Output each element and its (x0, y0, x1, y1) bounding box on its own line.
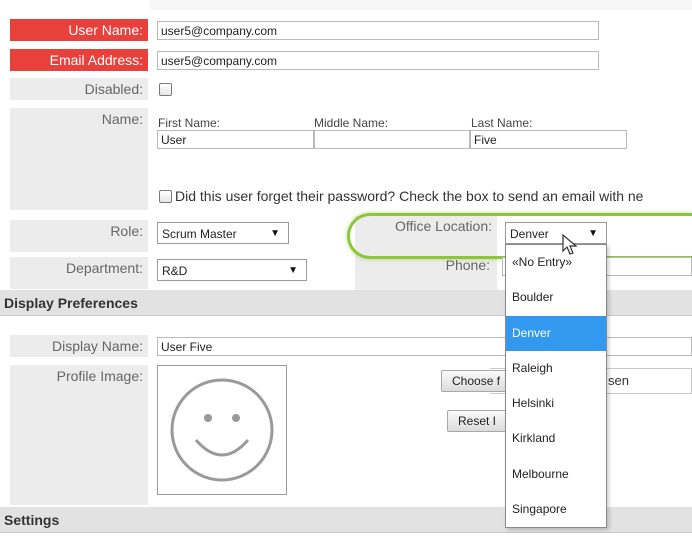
department-select[interactable]: R&D ▼ (157, 259, 307, 281)
name-label: Name: (10, 108, 148, 210)
display-name-label: Display Name: (10, 335, 148, 357)
forgot-password-text: Did this user forget their password? Che… (175, 188, 644, 204)
disabled-label: Disabled: (10, 78, 148, 100)
dropdown-option[interactable]: Boulder (506, 280, 606, 315)
role-label: Role: (10, 220, 148, 252)
dropdown-option[interactable]: Singapore (506, 492, 606, 527)
reset-image-button[interactable]: Reset I (447, 410, 508, 432)
first-name-caption: First Name: (158, 116, 221, 130)
triangle-down-icon: ▼ (270, 228, 280, 239)
forgot-password-checkbox[interactable] (159, 190, 172, 203)
middle-name-caption: Middle Name: (314, 116, 389, 130)
dropdown-option[interactable]: Melbourne (506, 457, 606, 492)
role-select[interactable]: Scrum Master ▼ (157, 222, 289, 244)
user-name-label: User Name: (10, 19, 148, 41)
dropdown-option[interactable]: «No Entry» (506, 245, 606, 280)
role-select-value: Scrum Master (162, 227, 237, 241)
middle-name-input[interactable] (314, 130, 470, 149)
user-name-input[interactable] (157, 21, 599, 40)
profile-image-label: Profile Image: (10, 365, 148, 505)
department-select-value: R&D (162, 264, 188, 278)
profile-image-frame (157, 365, 287, 495)
top-edge (150, 0, 692, 10)
display-name-input[interactable] (157, 337, 692, 356)
triangle-down-icon: ▼ (288, 265, 298, 276)
email-address-input[interactable] (157, 51, 599, 70)
disabled-checkbox[interactable] (159, 83, 172, 96)
first-name-input[interactable] (157, 130, 314, 149)
email-address-label: Email Address: (10, 49, 148, 71)
dropdown-option[interactable]: Raleigh (506, 351, 606, 386)
dropdown-option[interactable]: Kirkland (506, 421, 606, 456)
department-label: Department: (10, 257, 148, 289)
mouse-pointer-icon (562, 234, 578, 255)
dropdown-option[interactable]: Helsinki (506, 386, 606, 421)
dropdown-option[interactable]: Denver (506, 315, 606, 351)
last-name-input[interactable] (470, 130, 627, 149)
phone-label: Phone: (445, 257, 490, 273)
last-name-caption: Last Name: (471, 116, 533, 130)
smiley-face-icon (170, 378, 274, 482)
office-location-dropdown-list: «No Entry» Boulder Denver Raleigh Helsinki Ki… (505, 244, 607, 528)
